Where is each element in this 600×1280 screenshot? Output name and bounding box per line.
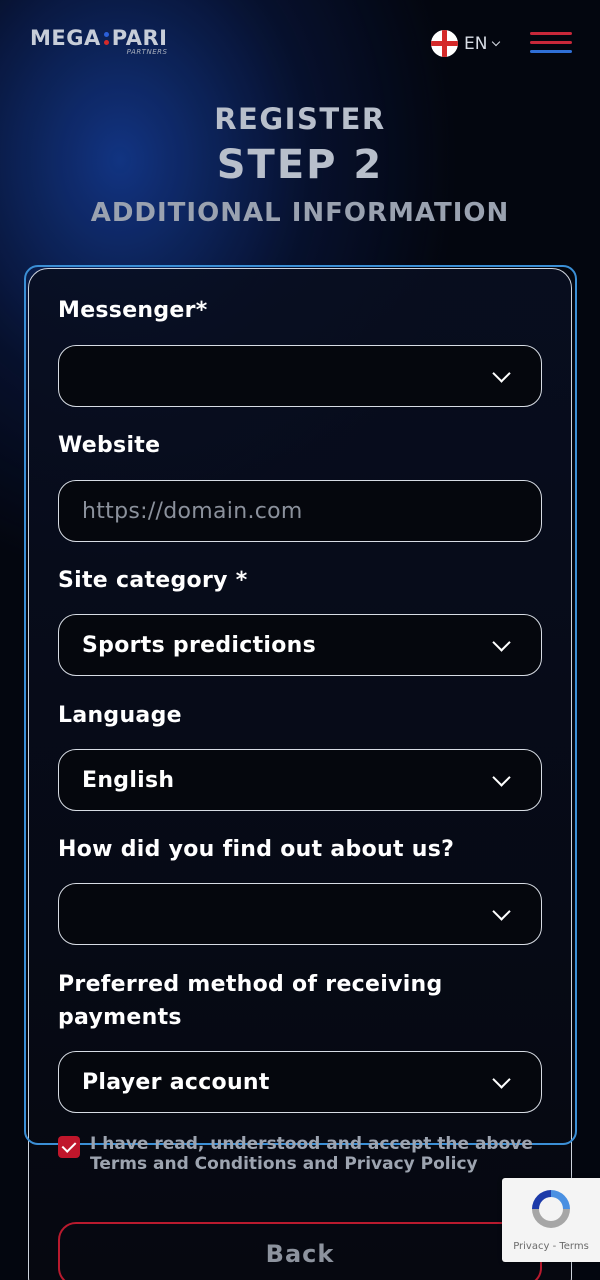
page-titles: REGISTER STEP 2 ADDITIONAL INFORMATION bbox=[0, 102, 600, 228]
additional-information-heading: ADDITIONAL INFORMATION bbox=[90, 198, 510, 228]
step-heading: STEP 2 bbox=[216, 142, 384, 188]
language-selector[interactable]: EN bbox=[431, 30, 501, 57]
language-value: English bbox=[82, 767, 175, 793]
back-button[interactable]: Back bbox=[58, 1222, 542, 1280]
hamburger-menu-icon[interactable] bbox=[530, 32, 572, 54]
website-label: Website bbox=[58, 433, 161, 458]
recaptcha-badge[interactable]: Privacy - Terms bbox=[502, 1178, 600, 1262]
language-label: Language bbox=[58, 703, 182, 728]
chevron-down-icon bbox=[492, 633, 511, 652]
header: MEGA PARI PARTNERS EN bbox=[0, 0, 600, 90]
logo-subtitle: PARTNERS bbox=[126, 48, 168, 56]
messenger-select[interactable] bbox=[58, 345, 542, 407]
recaptcha-icon bbox=[532, 1190, 570, 1228]
chevron-down-icon bbox=[492, 768, 511, 787]
terms-agreement: I have read, understood and accept the a… bbox=[58, 1134, 548, 1174]
logo-text-right: PARI bbox=[111, 26, 168, 50]
logo-text-left: MEGA bbox=[30, 26, 101, 50]
recaptcha-links[interactable]: Privacy - Terms bbox=[502, 1241, 600, 1252]
logo-dots-icon bbox=[103, 31, 109, 45]
register-heading: REGISTER bbox=[214, 102, 386, 136]
website-input[interactable]: https://domain.com bbox=[58, 480, 542, 542]
megapari-partners-logo[interactable]: MEGA PARI PARTNERS bbox=[30, 26, 168, 56]
found-us-label: How did you find out about us? bbox=[58, 837, 455, 862]
messenger-label: Messenger* bbox=[58, 298, 208, 323]
chevron-down-icon bbox=[492, 37, 501, 46]
site-category-select[interactable]: Sports predictions bbox=[58, 614, 542, 676]
england-flag-icon bbox=[431, 30, 458, 57]
language-label: EN bbox=[464, 33, 488, 54]
terms-text: I have read, understood and accept the a… bbox=[90, 1134, 533, 1174]
site-category-value: Sports predictions bbox=[82, 632, 317, 658]
language-select[interactable]: English bbox=[58, 749, 542, 811]
terms-checkbox[interactable] bbox=[58, 1136, 80, 1158]
chevron-down-icon bbox=[492, 364, 511, 383]
payment-method-label: Preferred method of receiving payments bbox=[58, 972, 443, 1030]
website-placeholder: https://domain.com bbox=[82, 498, 303, 524]
site-category-label: Site category * bbox=[58, 568, 248, 593]
payment-method-value: Player account bbox=[82, 1069, 270, 1095]
chevron-down-icon bbox=[492, 1070, 511, 1089]
found-us-select[interactable] bbox=[58, 883, 542, 945]
payment-method-select[interactable]: Player account bbox=[58, 1051, 542, 1113]
chevron-down-icon bbox=[492, 902, 511, 921]
